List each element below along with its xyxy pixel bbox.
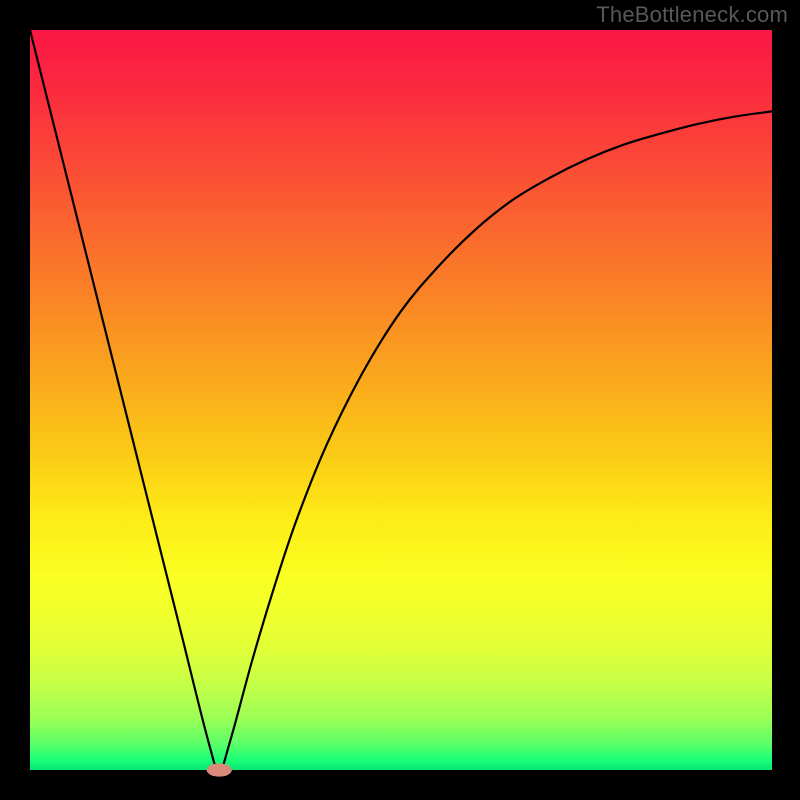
- chart-frame: TheBottleneck.com: [0, 0, 800, 800]
- bottleneck-chart: [0, 0, 800, 800]
- watermark-text: TheBottleneck.com: [596, 2, 788, 28]
- plot-gradient-background: [30, 30, 772, 770]
- optimal-marker: [207, 763, 232, 776]
